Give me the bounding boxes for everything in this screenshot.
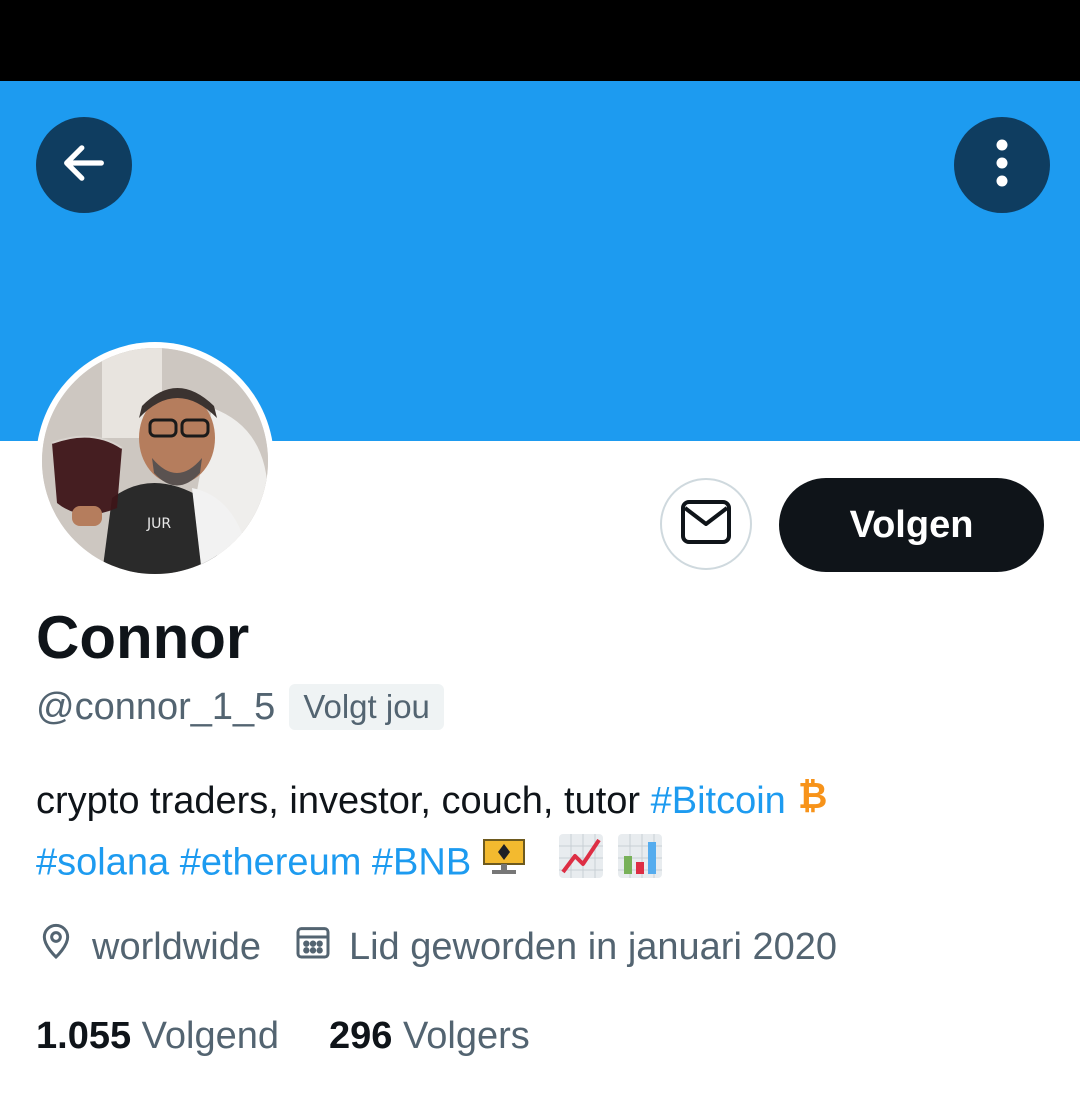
following-stat[interactable]: 1.055 Volgend bbox=[36, 1015, 279, 1058]
avatar[interactable]: JUR bbox=[36, 342, 274, 580]
profile-meta: worldwide Lid geworden in januari 2020 bbox=[36, 922, 869, 972]
following-count: 1.055 bbox=[36, 1015, 132, 1057]
location-text: worldwide bbox=[92, 925, 261, 968]
joined-text: Lid geworden in januari 2020 bbox=[348, 925, 837, 968]
more-vertical-icon bbox=[990, 133, 1014, 198]
profile-bio: crypto traders, investor, couch, tutor #… bbox=[36, 772, 1046, 897]
hashtag-ethereum[interactable]: #ethereum bbox=[180, 842, 362, 884]
status-bar bbox=[0, 0, 1080, 81]
handle-row: @connor_1_5 Volgt jou bbox=[36, 684, 444, 730]
message-button[interactable] bbox=[660, 478, 752, 570]
location: worldwide bbox=[36, 922, 261, 972]
follow-button[interactable]: Volgen bbox=[779, 478, 1044, 572]
hashtag-bnb[interactable]: #BNB bbox=[372, 842, 471, 884]
more-options-button[interactable] bbox=[954, 117, 1050, 213]
envelope-icon bbox=[681, 499, 731, 549]
back-button[interactable] bbox=[36, 117, 132, 213]
svg-text:JUR: JUR bbox=[146, 516, 171, 532]
calendar-icon bbox=[293, 922, 333, 972]
follow-stats: 1.055 Volgend 296 Volgers bbox=[36, 1015, 580, 1058]
followers-label: Volgers bbox=[403, 1015, 530, 1057]
follows-you-badge: Volgt jou bbox=[289, 684, 444, 730]
bnb-monitor-icon bbox=[482, 835, 526, 893]
profile-name: Connor bbox=[36, 604, 250, 671]
bio-text: crypto traders, investor, couch, tutor bbox=[36, 780, 651, 822]
svg-text:₿: ₿ bbox=[798, 776, 827, 815]
joined-date: Lid geworden in januari 2020 bbox=[293, 922, 837, 972]
followers-stat[interactable]: 296 Volgers bbox=[329, 1015, 530, 1058]
followers-count: 296 bbox=[329, 1015, 393, 1057]
following-label: Volgend bbox=[141, 1015, 280, 1057]
avatar-image: JUR bbox=[42, 348, 268, 574]
chart-increasing-icon bbox=[557, 832, 605, 897]
follow-label: Volgen bbox=[849, 503, 974, 546]
location-pin-icon bbox=[36, 922, 76, 972]
hashtag-bitcoin[interactable]: #Bitcoin bbox=[651, 780, 786, 822]
profile-handle: @connor_1_5 bbox=[36, 685, 276, 728]
hashtag-solana[interactable]: #solana bbox=[36, 842, 169, 884]
bitcoin-icon: ₿ bbox=[796, 774, 828, 832]
bar-chart-icon bbox=[616, 832, 664, 897]
arrow-left-icon bbox=[58, 137, 110, 194]
